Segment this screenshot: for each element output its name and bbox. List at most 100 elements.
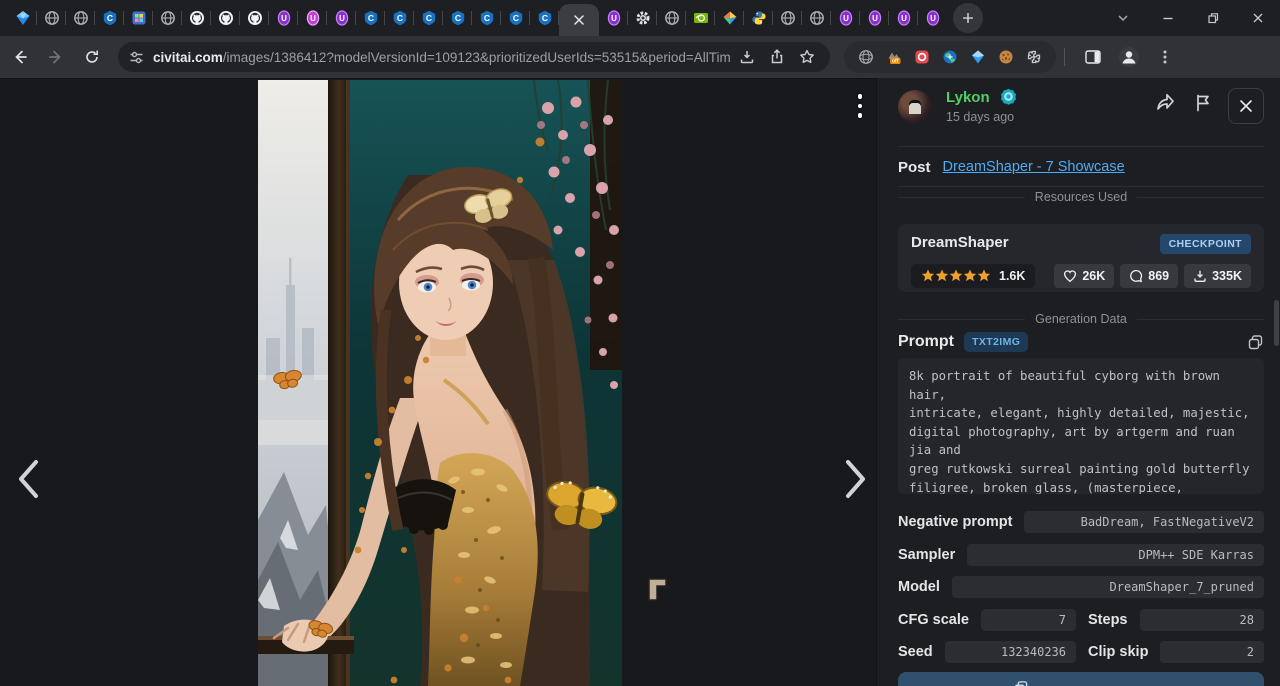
- username-link[interactable]: Lykon: [946, 89, 990, 106]
- browser-menu-button[interactable]: [1149, 41, 1181, 73]
- tab[interactable]: U: [918, 0, 947, 36]
- tab[interactable]: [153, 0, 182, 36]
- tab[interactable]: C: [443, 0, 472, 36]
- next-image-button[interactable]: [834, 451, 878, 507]
- avatar[interactable]: [898, 90, 932, 124]
- tab-strip: CUUUCCCCCCCUUUUU: [0, 0, 1280, 36]
- tab[interactable]: U: [599, 0, 628, 36]
- share-icon: [768, 48, 786, 66]
- share-post-button[interactable]: [1150, 88, 1180, 118]
- tab[interactable]: C: [385, 0, 414, 36]
- image-detail-panel: Lykon 15 days ago Post DreamShaper -: [876, 78, 1280, 686]
- copy-generation-data-button[interactable]: [898, 672, 1264, 686]
- python-icon: [751, 10, 767, 26]
- copy-prompt-button[interactable]: [1247, 334, 1264, 351]
- tab[interactable]: U: [298, 0, 327, 36]
- likes-count: 26K: [1082, 269, 1105, 283]
- profile-button[interactable]: [1113, 41, 1145, 73]
- meta-label: Clip skip: [1088, 641, 1148, 663]
- rating-pill[interactable]: 1.6K: [911, 264, 1035, 288]
- install-icon: [738, 48, 756, 66]
- tab[interactable]: [182, 0, 211, 36]
- mountain-off-extension-icon[interactable]: off: [880, 43, 908, 71]
- tab[interactable]: [628, 0, 657, 36]
- tab[interactable]: [715, 0, 744, 36]
- reload-button[interactable]: [76, 41, 108, 73]
- resource-name[interactable]: DreamShaper: [911, 234, 1009, 251]
- tab[interactable]: [686, 0, 715, 36]
- tab[interactable]: C: [95, 0, 124, 36]
- previous-image-button[interactable]: [6, 451, 50, 507]
- tab[interactable]: [8, 0, 37, 36]
- meta-value[interactable]: 28: [1140, 609, 1265, 631]
- post-link[interactable]: DreamShaper - 7 Showcase: [943, 159, 1125, 175]
- prompt-text[interactable]: 8k portrait of beautiful cyborg with bro…: [898, 358, 1264, 494]
- wire-globe-extension-icon[interactable]: [852, 43, 880, 71]
- meta-value[interactable]: BadDream, FastNegativeV2: [1024, 511, 1264, 533]
- artwork-image[interactable]: [258, 80, 622, 686]
- report-flag-button[interactable]: [1188, 88, 1218, 118]
- svg-text:U: U: [843, 14, 849, 23]
- downloads-pill[interactable]: 335K: [1184, 264, 1251, 288]
- tab-search-button[interactable]: [1100, 0, 1145, 36]
- forward-button[interactable]: [40, 41, 72, 73]
- close-window-button[interactable]: [1235, 0, 1280, 36]
- tab[interactable]: [744, 0, 773, 36]
- cookie-extension-icon[interactable]: [992, 43, 1020, 71]
- meta-value[interactable]: 7: [981, 609, 1076, 631]
- likes-pill[interactable]: 26K: [1054, 264, 1114, 288]
- close-panel-button[interactable]: [1228, 88, 1264, 124]
- tab[interactable]: U: [860, 0, 889, 36]
- meta-value[interactable]: 132340236: [945, 641, 1076, 663]
- tab[interactable]: U: [831, 0, 860, 36]
- tab[interactable]: [211, 0, 240, 36]
- address-bar[interactable]: civitai.com/images/1386412?modelVersionI…: [118, 42, 830, 72]
- chevron-left-icon: [13, 457, 43, 501]
- tab[interactable]: [802, 0, 831, 36]
- meta-row: ModelDreamShaper_7_pruned: [898, 576, 1264, 598]
- restore-button[interactable]: [1190, 0, 1235, 36]
- earth-plus-extension-icon[interactable]: [936, 43, 964, 71]
- bookmark-button[interactable]: [794, 44, 820, 70]
- meta-value[interactable]: DreamShaper_7_pruned: [952, 576, 1264, 598]
- panel-scrollbar-thumb[interactable]: [1274, 300, 1279, 346]
- txt2img-badge: TXT2IMG: [964, 332, 1028, 352]
- puzzle-extension-icon[interactable]: [1020, 43, 1048, 71]
- tab[interactable]: C: [414, 0, 443, 36]
- tab[interactable]: C: [472, 0, 501, 36]
- star-icon: [977, 269, 991, 282]
- tab[interactable]: [37, 0, 66, 36]
- comments-pill[interactable]: 869: [1120, 264, 1178, 288]
- back-button[interactable]: [4, 41, 36, 73]
- meta-value[interactable]: DPM++ SDE Karras: [967, 544, 1264, 566]
- new-tab-button[interactable]: [953, 3, 983, 33]
- record-red-extension-icon[interactable]: [908, 43, 936, 71]
- tab[interactable]: [773, 0, 802, 36]
- resource-type-badge: CHECKPOINT: [1160, 234, 1251, 254]
- meta-value[interactable]: 2: [1160, 641, 1264, 663]
- resource-card[interactable]: DreamShaper CHECKPOINT 1.6K 26K 869: [898, 224, 1264, 292]
- tab[interactable]: U: [327, 0, 356, 36]
- tab[interactable]: [657, 0, 686, 36]
- side-panel-button[interactable]: [1077, 41, 1109, 73]
- svg-text:C: C: [396, 13, 402, 23]
- globe-icon: [73, 10, 89, 26]
- tab[interactable]: C: [501, 0, 530, 36]
- tab[interactable]: U: [889, 0, 918, 36]
- tab[interactable]: C: [530, 0, 559, 36]
- u-purple-icon: U: [896, 10, 912, 26]
- tab[interactable]: U: [269, 0, 298, 36]
- avatar-icon: [1117, 45, 1141, 69]
- tab[interactable]: [66, 0, 95, 36]
- tab-active[interactable]: [559, 4, 599, 36]
- share-button[interactable]: [764, 44, 790, 70]
- comment-icon: [1129, 269, 1143, 283]
- install-app-button[interactable]: [734, 44, 760, 70]
- tab[interactable]: C: [356, 0, 385, 36]
- image-options-menu-button[interactable]: [850, 89, 870, 123]
- tab[interactable]: [124, 0, 153, 36]
- minimize-button[interactable]: [1145, 0, 1190, 36]
- blue-gem-extension-icon[interactable]: [964, 43, 992, 71]
- tab[interactable]: [240, 0, 269, 36]
- comments-count: 869: [1148, 269, 1169, 283]
